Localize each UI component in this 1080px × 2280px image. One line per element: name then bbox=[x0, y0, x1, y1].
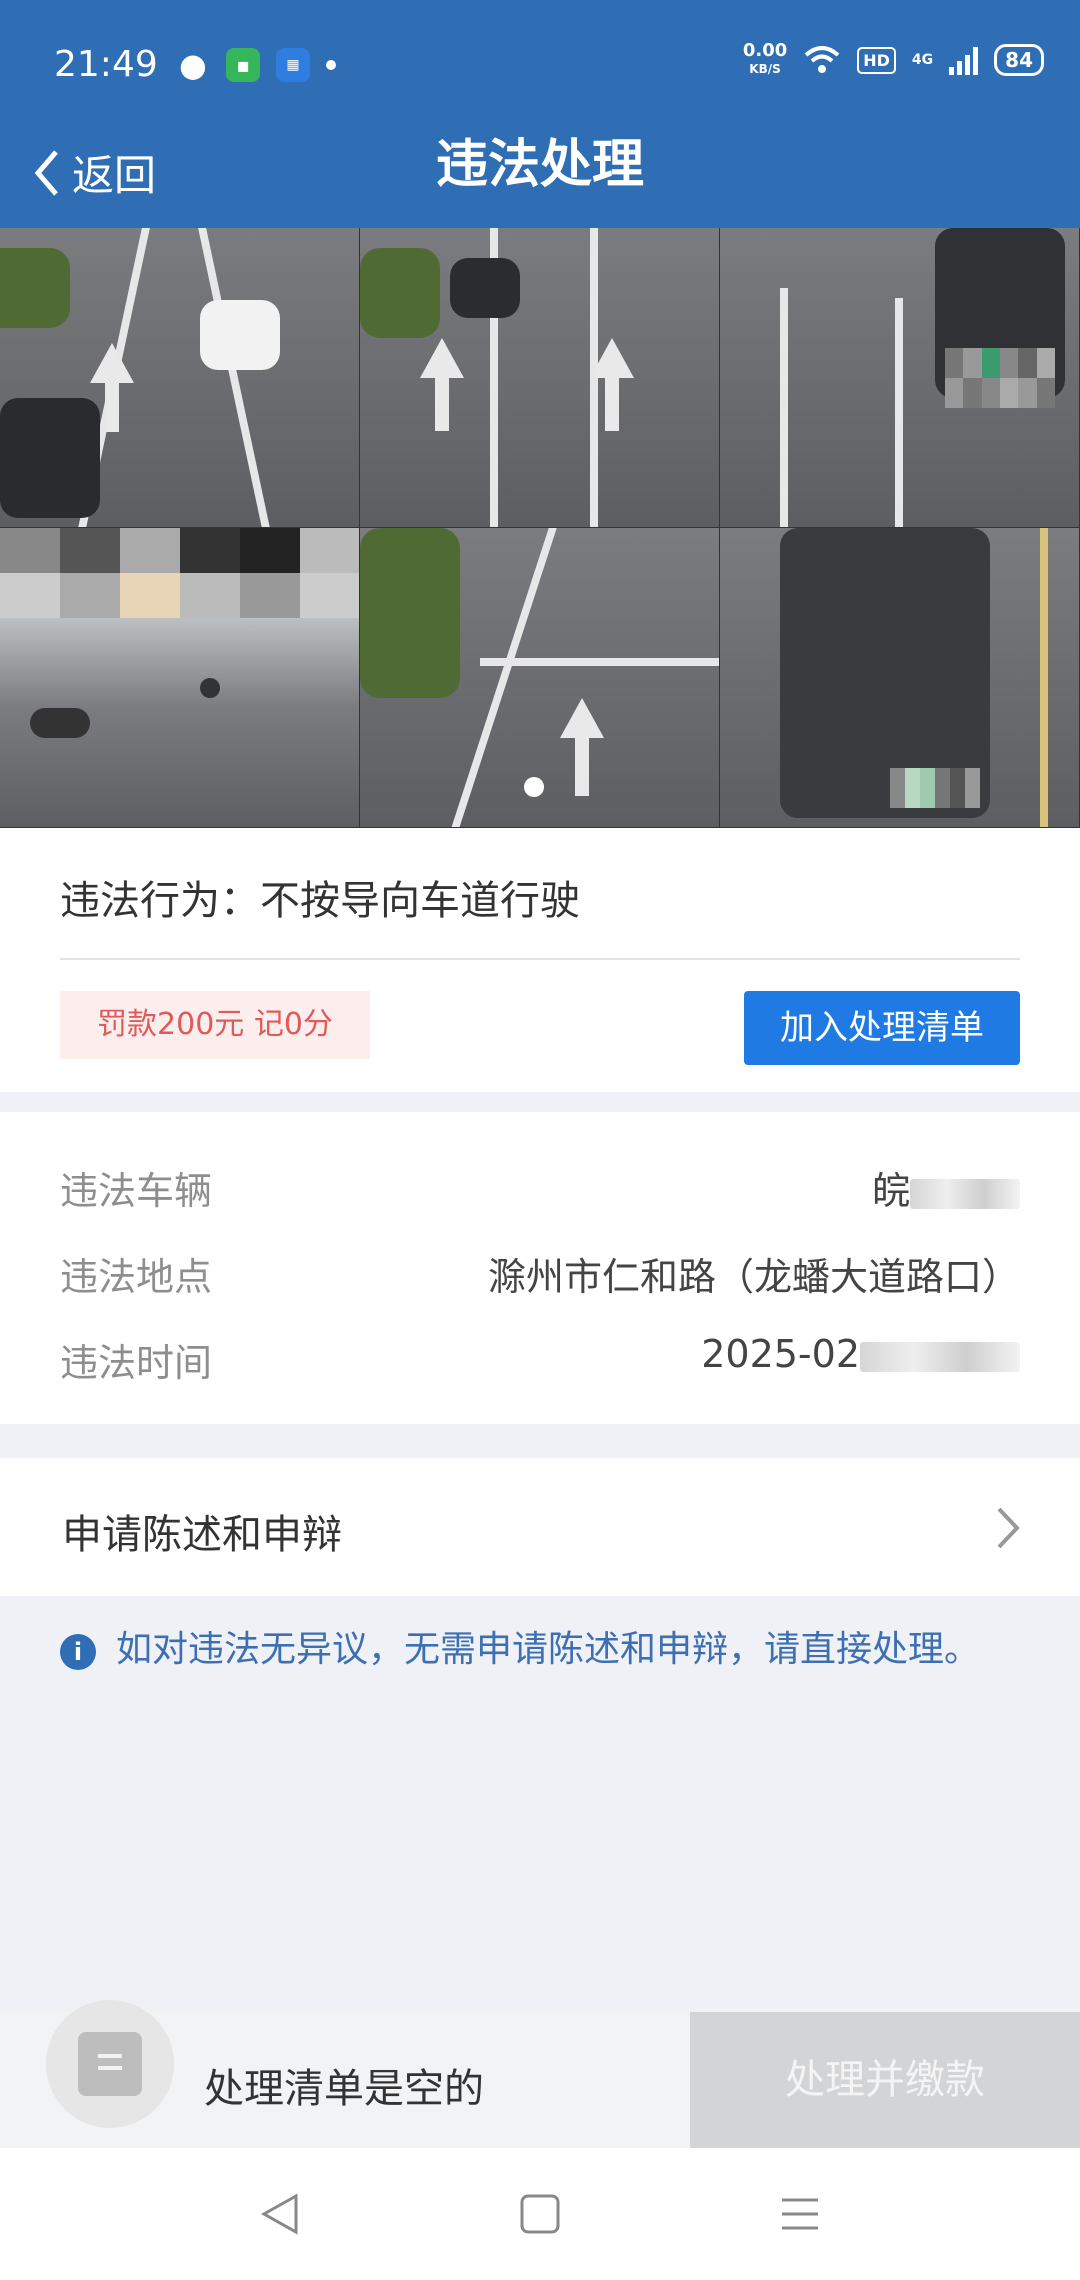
statement-appeal-row[interactable]: 申请陈述和申辩 bbox=[0, 1458, 1080, 1596]
detail-row-time: 违法时间 2025-02 bbox=[60, 1332, 1020, 1392]
network-type: 4G bbox=[911, 52, 934, 68]
menu-lines-icon[interactable] bbox=[778, 2192, 822, 2236]
wechat-icon: ● bbox=[179, 46, 207, 84]
bottom-action-bar: 处理清单是空的 处理并缴款 bbox=[0, 2000, 1080, 2148]
location-value: 滁州市仁和路（龙蟠大道路口） bbox=[487, 1255, 1020, 1299]
battery-icon: 84 bbox=[994, 44, 1044, 76]
empty-list-text: 处理清单是空的 bbox=[204, 2066, 484, 2112]
network-speed: 0.00 KB/S bbox=[743, 42, 787, 78]
violation-photo bbox=[0, 528, 360, 828]
signal-icon bbox=[949, 45, 979, 75]
more-notifications-dot bbox=[326, 60, 336, 70]
chevron-right-icon bbox=[997, 1507, 1020, 1549]
detail-row-vehicle: 违法车辆 皖 bbox=[60, 1160, 1020, 1220]
message-app-icon: ▪ bbox=[226, 48, 260, 82]
net-speed-unit: KB/S bbox=[749, 62, 781, 76]
system-navigation-bar bbox=[0, 2148, 1080, 2280]
behavior-value: 不按导向车道行驶 bbox=[260, 878, 580, 924]
info-icon: i bbox=[60, 1634, 96, 1670]
wifi-icon bbox=[804, 46, 840, 73]
location-label: 违法地点 bbox=[60, 1255, 213, 1299]
detail-row-location: 违法地点 滁州市仁和路（龙蟠大道路口） bbox=[60, 1246, 1020, 1306]
list-icon bbox=[78, 2032, 142, 2096]
process-and-pay-button[interactable]: 处理并缴款 bbox=[690, 2012, 1080, 2148]
violation-summary-card: 违法行为：不按导向车道行驶 罚款200元 记0分 加入处理清单 bbox=[0, 828, 1080, 1092]
violation-photo bbox=[0, 228, 360, 528]
back-triangle-icon[interactable] bbox=[258, 2192, 302, 2236]
nav-bar: 返回 违法处理 bbox=[0, 132, 1080, 228]
time-label: 违法时间 bbox=[60, 1341, 213, 1385]
statement-label: 申请陈述和申辩 bbox=[62, 1512, 342, 1558]
header-bar: 21:49 ● ▪ ▦ 0.00 KB/S HD 4G 84 返回 违法处理 bbox=[0, 0, 1080, 228]
status-time: 21:49 bbox=[54, 44, 158, 85]
hd-icon: HD bbox=[857, 46, 896, 74]
violation-photo bbox=[360, 228, 720, 528]
violation-details-card: 违法车辆 皖 违法地点 滁州市仁和路（龙蟠大道路口） 违法时间 2025-02 bbox=[0, 1112, 1080, 1424]
fine-badge: 罚款200元 记0分 bbox=[60, 991, 370, 1059]
notice-message: i 如对违法无异议，无需申请陈述和申辩，请直接处理。 bbox=[60, 1624, 1020, 1676]
vehicle-plate-prefix: 皖 bbox=[871, 1169, 910, 1213]
redacted-time bbox=[860, 1341, 1020, 1372]
time-value-visible: 2025-02 bbox=[701, 1332, 860, 1376]
time-value: 2025-02 bbox=[701, 1332, 1020, 1376]
redacted-plate bbox=[910, 1178, 1020, 1209]
violation-behavior: 违法行为：不按导向车道行驶 bbox=[60, 868, 580, 926]
page-title: 违法处理 bbox=[435, 135, 644, 195]
carousel-page-indicator bbox=[524, 777, 544, 797]
status-bar: 21:49 ● ▪ ▦ 0.00 KB/S HD 4G 84 bbox=[0, 0, 1080, 132]
add-to-list-button[interactable]: 加入处理清单 bbox=[744, 991, 1020, 1065]
divider bbox=[60, 958, 1020, 960]
violation-photo bbox=[720, 228, 1080, 528]
violation-photo bbox=[720, 528, 1080, 828]
process-list-button[interactable] bbox=[46, 2000, 174, 2128]
vehicle-label: 违法车辆 bbox=[60, 1169, 213, 1213]
app-notification-icon: ▦ bbox=[276, 48, 310, 82]
notice-text: 如对违法无异议，无需申请陈述和申辩，请直接处理。 bbox=[116, 1629, 981, 1670]
net-speed-value: 0.00 bbox=[742, 40, 788, 61]
behavior-label: 违法行为： bbox=[60, 878, 260, 924]
vehicle-value: 皖 bbox=[872, 1160, 1020, 1215]
violation-photo-carousel[interactable] bbox=[0, 228, 1080, 828]
home-square-icon[interactable] bbox=[518, 2192, 562, 2236]
